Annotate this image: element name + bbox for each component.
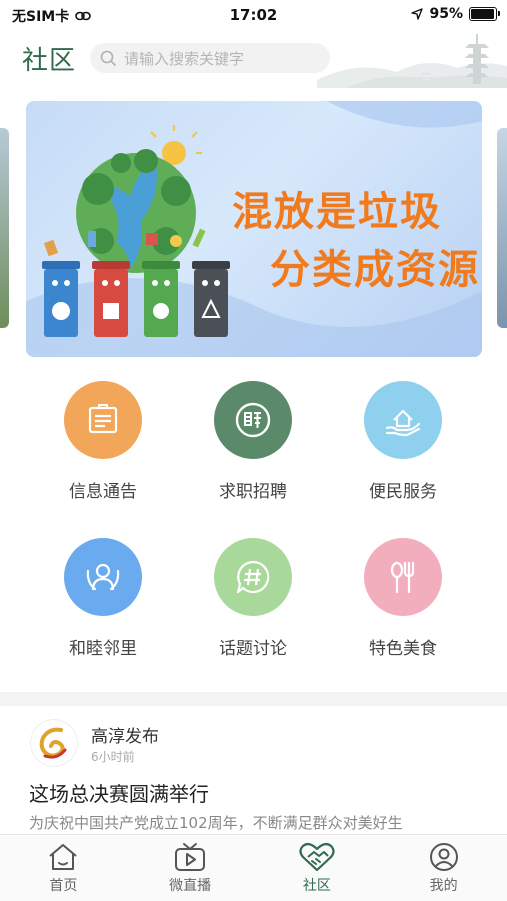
- service-neighbors-circle: [64, 538, 142, 616]
- tab-community[interactable]: 社区: [254, 835, 381, 901]
- search-icon: [100, 50, 116, 66]
- location-arrow-icon: [411, 8, 424, 20]
- tab-live[interactable]: 微直播: [127, 835, 254, 901]
- banner[interactable]: 混放是垃圾 分类成资源: [26, 101, 482, 357]
- service-convenience-label: 便民服务: [369, 482, 437, 502]
- banner-next-peek[interactable]: [497, 128, 507, 328]
- service-food-circle: [364, 538, 442, 616]
- battery-fill: [471, 9, 494, 19]
- hashtag-chat-icon: [236, 560, 270, 594]
- status-right: 95%: [411, 6, 500, 22]
- home-icon: [49, 844, 78, 870]
- recruit-icon: [235, 402, 271, 438]
- tab-live-label: 微直播: [169, 878, 212, 894]
- service-notice-circle: [64, 381, 142, 459]
- service-food[interactable]: 特色美食: [328, 538, 478, 659]
- notice-board-icon: [88, 404, 118, 434]
- news-summary: 为庆祝中国共产党成立102周年，不断满足群众对美好生: [29, 814, 403, 832]
- tab-profile-label: 我的: [429, 878, 458, 894]
- news-source-name: 高淳发布: [91, 727, 159, 747]
- banner-headline-1: 混放是垃圾: [232, 189, 442, 235]
- neighbors-icon: [86, 563, 120, 591]
- service-recruit[interactable]: 求职招聘: [178, 381, 328, 502]
- banner-prev-peek[interactable]: [0, 128, 9, 328]
- community-heart-icon: [299, 842, 335, 872]
- search-input[interactable]: 请输入搜索关键字: [90, 43, 330, 73]
- service-neighbors-label: 和睦邻里: [69, 639, 137, 659]
- status-bar: 无SIM卡 17:02 95%: [0, 0, 507, 30]
- service-neighbors[interactable]: 和睦邻里: [28, 538, 178, 659]
- profile-icon: [429, 843, 458, 871]
- tab-profile[interactable]: 我的: [380, 835, 507, 901]
- battery-icon: [469, 7, 500, 21]
- service-convenience[interactable]: 便民服务: [328, 381, 478, 502]
- service-food-label: 特色美食: [369, 639, 437, 659]
- page-title: 社区: [22, 46, 77, 76]
- tab-bar: 首页 微直播 社区 我的: [0, 834, 507, 901]
- spoon-fork-icon: [390, 561, 415, 594]
- service-recruit-circle: [214, 381, 292, 459]
- banner-headline-2: 分类成资源: [270, 247, 480, 293]
- news-card[interactable]: 高淳发布 6小时前 这场总决赛圆满举行 为庆祝中国共产党成立102周年，不断满足…: [17, 708, 491, 848]
- section-divider: [0, 692, 507, 706]
- service-topics-circle: [214, 538, 292, 616]
- tab-home-label: 首页: [49, 878, 78, 894]
- news-time: 6小时前: [91, 750, 135, 764]
- tab-home[interactable]: 首页: [0, 835, 127, 901]
- service-convenience-circle: [364, 381, 442, 459]
- tab-community-label: 社区: [302, 878, 331, 894]
- service-notice[interactable]: 信息通告: [28, 381, 178, 502]
- service-recruit-label: 求职招聘: [219, 482, 287, 502]
- header: 社区 请输入搜索关键字: [0, 30, 507, 88]
- search-placeholder: 请输入搜索关键字: [124, 49, 245, 68]
- helping-hand-house-icon: [385, 409, 421, 437]
- battery-percent: 95%: [429, 6, 463, 22]
- gaochun-logo-icon: [39, 727, 67, 759]
- service-topics-label: 话题讨论: [219, 639, 287, 659]
- service-topics[interactable]: 话题讨论: [178, 538, 328, 659]
- news-source-logo: [31, 720, 77, 766]
- live-play-icon: [175, 843, 206, 871]
- pagoda-landscape-icon: [317, 34, 507, 88]
- service-notice-label: 信息通告: [69, 482, 137, 502]
- news-title[interactable]: 这场总决赛圆满举行: [29, 778, 209, 807]
